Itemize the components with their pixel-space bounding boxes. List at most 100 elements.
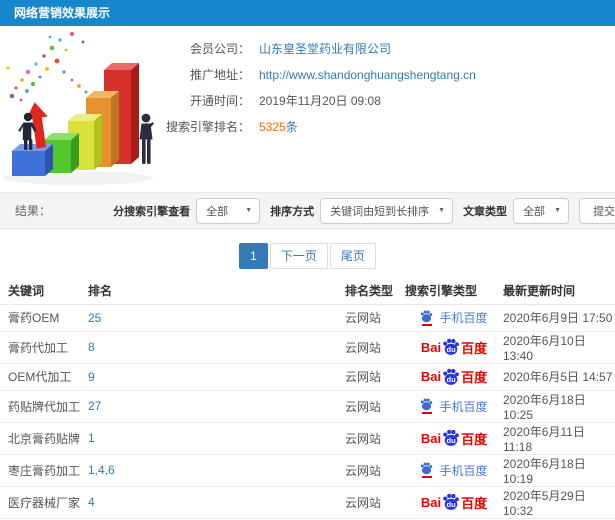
- baidu-paw-icon: du: [442, 429, 460, 447]
- mobile-baidu-paw-icon: [420, 310, 433, 326]
- table-header-row: 关键词 排名 排名类型 搜索引擎类型 最新更新时间: [0, 277, 615, 305]
- rank-type-cell: 云网站: [345, 454, 405, 487]
- engine-type-cell: Bai du 百度: [405, 304, 503, 332]
- table-row: 北京膏药贴牌 1 云网站 Bai du 百度 2020年6月11日 11:18: [0, 422, 615, 455]
- col-rank-type: 排名类型: [345, 277, 405, 305]
- engine-view-label: 分搜索引擎查看: [113, 205, 191, 218]
- rank-cell[interactable]: 9: [88, 363, 345, 391]
- updated-cell: 2020年6月18日 10:19: [503, 454, 615, 487]
- baidu-logo: Bai du 百度: [420, 368, 488, 386]
- rank-type-cell: 云网站: [345, 331, 405, 364]
- table-row: 枣庄膏药加工 1,4,6 云网站 Bai du 百度: [0, 454, 615, 487]
- engine-type-cell: Bai du 百度: [405, 390, 503, 423]
- baidu-paw-icon: du: [442, 493, 460, 511]
- engine-type-cell: Bai du 百度: [405, 331, 503, 364]
- submit-button[interactable]: 提交: [579, 197, 615, 224]
- table-row: 药贴牌代加工 27 云网站 Bai du 百度: [0, 390, 615, 423]
- opened-time-row: 开通时间： 2019年11月20日 09:08: [155, 88, 476, 114]
- rank-cell[interactable]: 1: [88, 422, 345, 455]
- bar-blue: [12, 144, 53, 176]
- sort-label: 排序方式: [270, 205, 315, 218]
- sort-selected: 关键词由短到长排序: [330, 205, 430, 218]
- keyword-ranking-table: 关键词 排名 排名类型 搜索引擎类型 最新更新时间 膏药OEM 25 云网站 B…: [0, 277, 615, 520]
- chevron-down-icon: ▼: [554, 207, 561, 214]
- baidu-logo: Bai du 百度: [420, 493, 488, 511]
- table-row: 膏药OEM 25 云网站 Bai du 百度: [0, 304, 615, 332]
- article-type-selected: 全部: [523, 205, 546, 218]
- table-row: 膏药代加工 8 云网站 Bai du 百度 2020年6月10日 13:40: [0, 331, 615, 364]
- header-bar: 网络营销效果展示: [0, 0, 615, 26]
- engine-view-select[interactable]: 全部 ▼: [196, 197, 261, 224]
- page-1-button[interactable]: 1: [239, 243, 268, 269]
- red-underline: [421, 412, 432, 414]
- baidu-logo: Bai du 百度: [420, 429, 488, 447]
- keyword-cell: 膏药代加工: [0, 331, 88, 364]
- filter-controls: 分搜索引擎查看 全部 ▼ 排序方式 关键词由短到长排序 ▼ 文章类型 全部 ▼ …: [103, 197, 615, 224]
- rank-type-cell: 云网站: [345, 422, 405, 455]
- table-row: 医疗器械厂家 4 云网站 Bai du 百度 2020年5月29日 10:32: [0, 486, 615, 519]
- opened-time-label: 开通时间：: [189, 94, 250, 108]
- engine-type-cell: Bai du 百度: [405, 363, 503, 391]
- keyword-cell: 北京膏药贴牌: [0, 422, 88, 455]
- updated-cell: 2020年6月10日 13:40: [503, 331, 615, 364]
- keyword-cell: 医疗器械厂家: [0, 486, 88, 519]
- page-title: 网络营销效果展示: [14, 6, 111, 20]
- updated-cell: 2020年6月5日 14:57: [503, 363, 615, 391]
- col-engine-type: 搜索引擎类型: [405, 277, 503, 305]
- engine-rank-label: 搜索引擎排名：: [165, 120, 250, 134]
- engine-type-cell: Bai du 百度: [405, 454, 503, 487]
- engine-rank-row: 搜索引擎排名： 5325条: [155, 114, 476, 140]
- mobile-baidu-paw-icon: [420, 398, 433, 414]
- result-label: 结果：: [15, 204, 52, 218]
- rank-cell[interactable]: 25: [88, 304, 345, 332]
- keyword-cell: 枣庄膏药加工: [0, 454, 88, 487]
- article-type-label: 文章类型: [463, 205, 508, 218]
- mobile-baidu-paw-icon: [420, 462, 433, 478]
- updated-cell: 2020年6月18日 10:25: [503, 390, 615, 423]
- company-link[interactable]: 山东皇圣堂药业有限公司: [259, 42, 391, 56]
- next-page-button[interactable]: 下一页: [269, 243, 328, 269]
- baidu-paw-icon: du: [442, 368, 460, 386]
- red-underline: [421, 323, 432, 326]
- rank-type-cell: 云网站: [345, 486, 405, 519]
- updated-cell: 2020年6月11日 11:18: [503, 422, 615, 455]
- updated-cell: 2020年5月29日 10:32: [503, 486, 615, 519]
- col-keyword: 关键词: [0, 277, 88, 305]
- baidu-logo: Bai du 百度: [420, 338, 488, 356]
- mobile-baidu-logo: 手机百度: [420, 398, 488, 415]
- promo-url-row: 推广地址： http://www.shandonghuangshengtang.c…: [155, 62, 476, 88]
- company-label: 会员公司：: [189, 42, 250, 56]
- updated-cell: 2020年6月9日 17:50: [503, 304, 615, 332]
- sort-select[interactable]: 关键词由短到长排序 ▼: [320, 197, 454, 224]
- pagination: 1 下一页 尾页: [0, 243, 615, 269]
- mobile-baidu-logo: 手机百度: [420, 309, 488, 326]
- rank-type-cell: 云网站: [345, 390, 405, 423]
- rank-cell[interactable]: 8: [88, 331, 345, 364]
- mobile-baidu-logo: 手机百度: [420, 462, 488, 479]
- rank-cell[interactable]: 27: [88, 390, 345, 423]
- rank-cell[interactable]: 1,4,6: [88, 454, 345, 487]
- promo-url-label: 推广地址：: [189, 68, 250, 82]
- rank-type-cell: 云网站: [345, 363, 405, 391]
- promo-url-link[interactable]: http://www.shandonghuangshengtang.cn: [259, 68, 476, 82]
- col-rank: 排名: [88, 277, 345, 305]
- info-section: 会员公司： 山东皇圣堂药业有限公司 推广地址： http://www.shandon…: [0, 26, 615, 192]
- rank-cell[interactable]: 4: [88, 486, 345, 519]
- article-type-select[interactable]: 全部 ▼: [513, 197, 569, 224]
- businessman-right: [139, 113, 154, 164]
- table-row: OEM代加工 9 云网站 Bai du 百度 2020年6月5日 14:57: [0, 363, 615, 391]
- baidu-paw-icon: du: [442, 338, 460, 356]
- last-page-button[interactable]: 尾页: [329, 243, 376, 269]
- company-row: 会员公司： 山东皇圣堂药业有限公司: [155, 36, 476, 62]
- chevron-down-icon: ▼: [438, 207, 446, 214]
- member-info: 会员公司： 山东皇圣堂药业有限公司 推广地址： http://www.shandon…: [155, 36, 476, 140]
- engine-rank-count: 5325: [259, 120, 286, 134]
- opened-time-value: 2019年11月20日 09:08: [259, 94, 381, 108]
- col-updated: 最新更新时间: [503, 277, 615, 305]
- filter-bar: 结果： 分搜索引擎查看 全部 ▼ 排序方式 关键词由短到长排序 ▼ 文章类型 全…: [0, 192, 615, 229]
- rank-type-cell: 云网站: [345, 304, 405, 332]
- engine-type-cell: Bai du 百度: [405, 422, 503, 455]
- engine-view-selected: 全部: [206, 205, 229, 218]
- red-underline: [421, 476, 432, 478]
- engine-rank-unit: 条: [285, 120, 298, 134]
